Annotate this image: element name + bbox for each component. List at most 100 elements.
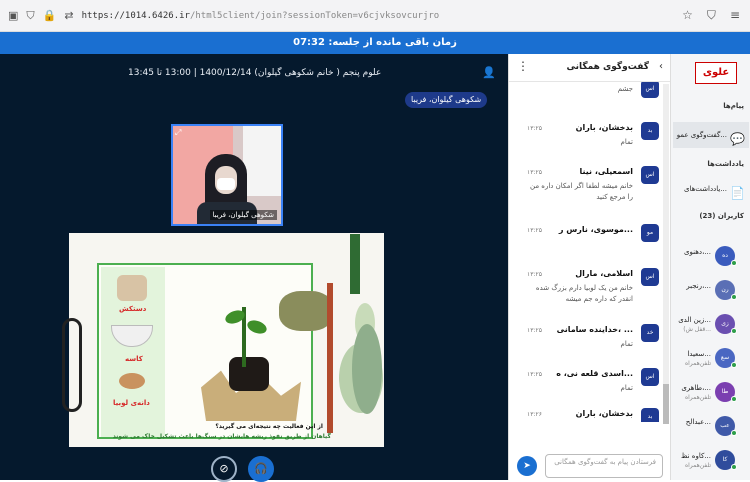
user-status: تلفن‌همراه [684,394,711,401]
message-body: تمام [620,138,633,146]
webcam-board [243,126,281,196]
message-time: ۱۳:۲۵ [527,125,542,132]
webcam-video[interactable]: ⤢ شکوهی گیلوان، فریبا [171,124,283,226]
leaf-decoration [352,324,382,414]
bookmark-star-icon[interactable]: ☆ [682,8,693,23]
chevron-left-icon[interactable]: ‹ [659,61,663,72]
message-time: ۱۳:۲۵ [527,327,542,334]
expand-icon[interactable]: ⤢ [175,128,181,138]
meeting-title: علوم پنجم ( خانم شکوهی گیلوان) 1400/12/1… [128,68,382,78]
presenter-pill[interactable]: شکوهی گیلوان، فریبا [405,92,488,108]
message-avatar: خد [641,324,659,342]
chat-header: ⋮ گفت‌وگوی همگانی ‹ [509,54,671,82]
session-timer: زمان باقی مانده از جلسه: 07:32 [0,32,750,54]
message-avatar: بد [641,408,659,422]
webcam-name-label: شکوهی گیلوان، فریبا [209,210,277,220]
public-chat-label: گفت‌وگوی عمو... [676,131,727,139]
message-sender: موسوی، نارس ر... [558,225,633,234]
users-list[interactable]: ده دهنوی،... رن رنجبر،... زی زین الدی...… [671,222,750,480]
user-item[interactable]: رن رنجبر،... [671,276,750,310]
message-body: تمام [620,340,633,348]
user-name: عبدالح... [685,418,711,426]
send-button[interactable]: ➤ [517,456,537,476]
send-icon: ➤ [523,461,531,471]
user-list-sidebar: علوی پیام‌ها گفت‌وگوی عمو... 💬 یادداشت‌ه… [670,54,750,480]
notes-section-title: یادداشت‌ها [707,160,744,168]
public-chat-item[interactable]: گفت‌وگوی عمو... 💬 [673,122,749,148]
chat-icon: 💬 [730,132,745,146]
user-item[interactable]: کا کاوه نظ... تلفن‌همراه [671,446,750,480]
headphones-icon: 🎧 [254,462,268,475]
online-status-dot [731,328,737,334]
online-status-dot [731,362,737,368]
message-sender: اسلامی، مارال [575,269,633,278]
message-body: تمام [620,384,633,392]
permissions-icon[interactable]: ⇄ [64,9,73,22]
audio-button[interactable]: 🎧 [248,456,274,482]
user-status: (قفل ش... [683,326,711,333]
school-logo: علوی [695,62,737,84]
shared-notes-item[interactable]: یادداشت‌های... 📄 [673,176,749,202]
scissors-decoration [62,318,82,412]
chat-title: گفت‌وگوی همگانی [566,62,649,72]
chat-input-placeholder: فرستادن پیام به گفت‌وگوی همگانی [554,458,656,466]
message-avatar: اس [641,268,659,286]
user-item[interactable]: عب عبدالح... [671,412,750,446]
scrollbar-thumb[interactable] [663,384,669,424]
lock-icon[interactable]: 🔒 [43,9,57,22]
message-sender: اسمعیلی، نینا [579,167,633,176]
message-avatar: مو [641,224,659,242]
url-field[interactable]: https://1014.6426.ir/html5client/join?se… [82,11,552,21]
online-status-dot [731,464,737,470]
materials-panel: دستکش کاسه دانه‌ی لوبیا [101,267,165,437]
shield-icon[interactable]: ⛉ [26,9,34,23]
bowl-image [111,325,153,347]
gloves-image [117,275,147,301]
label-gloves: دستکش [119,305,147,313]
plant-leaf [245,317,269,337]
slide-question: از این فعالیت چه نتیجه‌ای می گیرید؟ [215,423,323,430]
user-item[interactable]: سع سعیدا... تلفن‌همراه [671,344,750,378]
plant-decoration [350,234,360,294]
message-time: ۱۳:۲۶ [527,411,542,418]
shared-notes-label: یادداشت‌های... [684,185,727,193]
message-time: ۱۳:۲۵ [527,169,542,176]
user-name: دهنوی،... [684,248,711,256]
message-time: ۱۳:۲۵ [527,271,542,278]
message-body: خانم من یک لوبیا دارم بزرگ شده انقدر که … [535,284,633,303]
slide-frame: دستکش کاسه دانه‌ی لوبیا [97,263,333,439]
message-sender: بدخشان، باران [575,409,633,418]
document-icon: 📄 [730,186,745,200]
soil-image [229,357,269,391]
menu-icon[interactable]: ≡ [730,8,740,23]
presentation-slide: دستکش کاسه دانه‌ی لوبیا از این فعالیت چه… [69,233,384,447]
message-avatar: اس [641,368,659,386]
user-name: زین الدی... [678,316,711,324]
online-status-dot [731,260,737,266]
user-status: تلفن‌همراه [684,360,711,367]
slide-answer: گیاهان از طریق نفوذ ریشه هایشان در سنگ‌ه… [112,433,331,440]
camera-off-button[interactable]: ⊘ [211,456,237,482]
chat-scrollbar[interactable] [663,84,669,424]
online-status-dot [731,430,737,436]
chat-panel: ⋮ گفت‌وگوی همگانی ‹ اس جشم بد بدخشان، با… [508,54,671,480]
user-item[interactable]: طا طاهری،... تلفن‌همراه [671,378,750,412]
chat-input[interactable]: فرستادن پیام به گفت‌وگوی همگانی [545,454,663,478]
user-status: تلفن‌همراه [684,462,711,469]
user-item[interactable]: زی زین الدی... (قفل ش... [671,310,750,344]
user-name: کاوه نظ... [680,452,711,460]
user-item[interactable]: ده دهنوی،... [671,242,750,276]
message-sender: بدخشان، باران [575,123,633,132]
message-avatar: بد [641,122,659,140]
message-sender: اسدی قلعه نی، ه... [556,369,633,378]
chat-messages[interactable]: اس جشم بد بدخشان، باران ۱۳:۲۵ تمام اس اس… [509,82,671,422]
user-icon[interactable]: 👤 [482,66,496,79]
message-body: خانم میشه لطفا اگر امکان داره من را مرجع… [530,182,633,201]
user-name: رنجبر،... [686,282,711,290]
more-options-icon[interactable]: ⋮ [517,59,529,73]
message-body: جشم [617,85,633,93]
pocket-icon[interactable]: ⛉ [707,8,716,23]
presenter-name: شکوهی گیلوان، فریبا [411,95,482,104]
tab-icon[interactable]: ▣ [8,9,18,22]
label-bowl: کاسه [125,355,143,363]
